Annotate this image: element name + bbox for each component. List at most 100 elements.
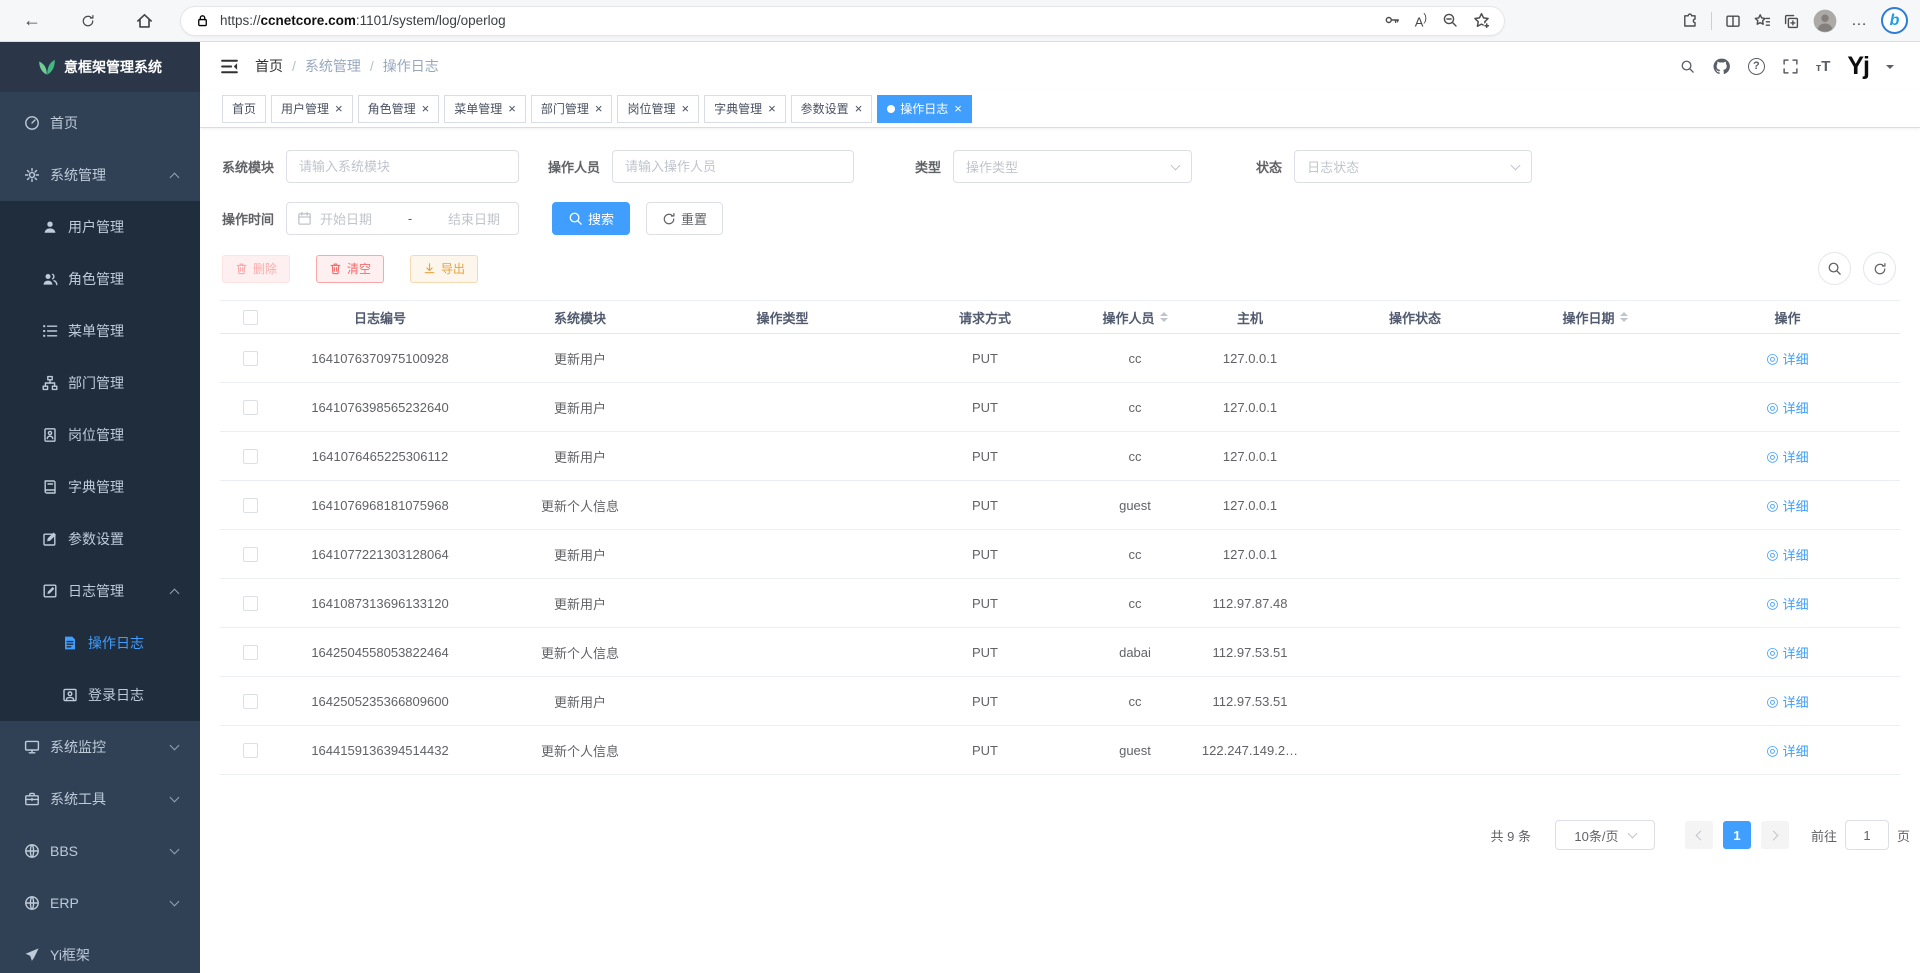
- date-range-picker[interactable]: 开始日期 - 结束日期: [286, 202, 519, 235]
- sidebar-item-首页[interactable]: 首页: [0, 97, 200, 149]
- sidebar-item-系统监控[interactable]: 系统监控: [0, 721, 200, 773]
- goto-page-input[interactable]: [1845, 820, 1889, 850]
- tab-菜单管理[interactable]: 菜单管理×: [444, 95, 526, 123]
- tab-close-icon[interactable]: ×: [422, 102, 430, 115]
- sidebar-item-系统管理[interactable]: 系统管理: [0, 149, 200, 201]
- detail-link[interactable]: ◎详细: [1766, 594, 1808, 613]
- clear-button[interactable]: 清空: [316, 255, 384, 283]
- tab-close-icon[interactable]: ×: [954, 102, 962, 115]
- sidebar-item-Yi框架[interactable]: Yi框架: [0, 929, 200, 973]
- tab-close-icon[interactable]: ×: [681, 102, 689, 115]
- refresh-table-button[interactable]: [1863, 252, 1896, 285]
- sort-caret-icon[interactable]: [1620, 312, 1628, 322]
- tab-角色管理[interactable]: 角色管理×: [358, 95, 440, 123]
- tab-close-icon[interactable]: ×: [508, 102, 516, 115]
- split-screen-icon[interactable]: [1725, 13, 1741, 29]
- row-checkbox[interactable]: [243, 351, 258, 366]
- more-menu-icon[interactable]: …: [1851, 12, 1868, 30]
- tab-close-icon[interactable]: ×: [855, 102, 863, 115]
- sidebar-item-操作日志[interactable]: 操作日志: [0, 617, 200, 669]
- row-checkbox[interactable]: [243, 596, 258, 611]
- address-bar[interactable]: https://ccnetcore.com:1101/system/log/op…: [180, 6, 1505, 36]
- tab-字典管理[interactable]: 字典管理×: [704, 95, 786, 123]
- font-size-icon[interactable]: тT: [1816, 58, 1831, 75]
- zoom-out-icon[interactable]: [1442, 12, 1458, 28]
- sidebar-item-字典管理[interactable]: 字典管理: [0, 461, 200, 513]
- avatar-dropdown-caret[interactable]: [1886, 65, 1894, 73]
- detail-link[interactable]: ◎详细: [1766, 643, 1808, 662]
- sidebar-item-菜单管理[interactable]: 菜单管理: [0, 305, 200, 357]
- toggle-search-button[interactable]: [1818, 252, 1851, 285]
- sidebar-item-ERP[interactable]: ERP: [0, 877, 200, 929]
- favorites-icon[interactable]: [1754, 13, 1770, 29]
- row-checkbox[interactable]: [243, 743, 258, 758]
- fullscreen-icon[interactable]: [1782, 58, 1799, 75]
- row-checkbox[interactable]: [243, 449, 258, 464]
- export-button[interactable]: 导出: [410, 255, 478, 283]
- sidebar-item-角色管理[interactable]: 角色管理: [0, 253, 200, 305]
- type-filter-select[interactable]: 操作类型: [953, 150, 1192, 183]
- bing-chat-icon[interactable]: b: [1881, 7, 1908, 34]
- detail-link[interactable]: ◎详细: [1766, 349, 1808, 368]
- row-checkbox[interactable]: [243, 400, 258, 415]
- sidebar-item-登录日志[interactable]: 登录日志: [0, 669, 200, 721]
- tab-操作日志[interactable]: 操作日志×: [877, 95, 972, 123]
- url-text[interactable]: https://ccnetcore.com:1101/system/log/op…: [220, 13, 1374, 28]
- row-checkbox[interactable]: [243, 498, 258, 513]
- detail-link[interactable]: ◎详细: [1766, 692, 1808, 711]
- github-icon[interactable]: [1712, 57, 1731, 76]
- browser-refresh-icon[interactable]: [72, 5, 104, 37]
- help-icon[interactable]: ?: [1748, 58, 1765, 75]
- detail-link[interactable]: ◎详细: [1766, 496, 1808, 515]
- breadcrumb-home[interactable]: 首页: [255, 56, 283, 76]
- operator-filter-input[interactable]: [612, 150, 854, 183]
- delete-button[interactable]: 删除: [222, 255, 290, 283]
- extensions-icon[interactable]: [1682, 13, 1698, 29]
- tab-首页[interactable]: 首页: [222, 95, 266, 123]
- breadcrumb-system[interactable]: 系统管理: [305, 56, 361, 76]
- collections-icon[interactable]: [1783, 13, 1799, 29]
- sidebar-item-用户管理[interactable]: 用户管理: [0, 201, 200, 253]
- prev-page-button[interactable]: [1685, 821, 1713, 849]
- read-aloud-icon[interactable]: A): [1415, 12, 1427, 29]
- current-page-button[interactable]: 1: [1723, 821, 1751, 849]
- column-header-操作人员[interactable]: 操作人员: [1085, 308, 1185, 327]
- header-search-icon[interactable]: [1680, 59, 1695, 74]
- detail-link[interactable]: ◎详细: [1766, 398, 1808, 417]
- hamburger-icon[interactable]: [220, 57, 239, 76]
- page-size-select[interactable]: 10条/页: [1555, 820, 1655, 850]
- tab-用户管理[interactable]: 用户管理×: [271, 95, 353, 123]
- sort-caret-icon[interactable]: [1160, 312, 1168, 322]
- tab-岗位管理[interactable]: 岗位管理×: [617, 95, 699, 123]
- sidebar-item-岗位管理[interactable]: 岗位管理: [0, 409, 200, 461]
- sidebar-item-部门管理[interactable]: 部门管理: [0, 357, 200, 409]
- browser-back-icon[interactable]: ←: [16, 5, 48, 37]
- select-all-checkbox[interactable]: [243, 310, 258, 325]
- profile-avatar[interactable]: [1812, 8, 1838, 34]
- detail-link[interactable]: ◎详细: [1766, 447, 1808, 466]
- password-key-icon[interactable]: [1384, 12, 1400, 28]
- sidebar-item-参数设置[interactable]: 参数设置: [0, 513, 200, 565]
- column-header-操作日期[interactable]: 操作日期: [1515, 308, 1675, 327]
- tab-部门管理[interactable]: 部门管理×: [531, 95, 613, 123]
- next-page-button[interactable]: [1761, 821, 1789, 849]
- sidebar-item-日志管理[interactable]: 日志管理: [0, 565, 200, 617]
- sidebar-item-系统工具[interactable]: 系统工具: [0, 773, 200, 825]
- tab-close-icon[interactable]: ×: [335, 102, 343, 115]
- tab-close-icon[interactable]: ×: [768, 102, 776, 115]
- tab-参数设置[interactable]: 参数设置×: [791, 95, 873, 123]
- row-checkbox[interactable]: [243, 694, 258, 709]
- user-logo-avatar[interactable]: Yj: [1847, 54, 1869, 79]
- add-favorite-icon[interactable]: [1473, 12, 1490, 29]
- row-checkbox[interactable]: [243, 547, 258, 562]
- browser-home-icon[interactable]: [128, 5, 160, 37]
- search-button[interactable]: 搜索: [552, 202, 630, 235]
- detail-link[interactable]: ◎详细: [1766, 545, 1808, 564]
- row-checkbox[interactable]: [243, 645, 258, 660]
- status-filter-select[interactable]: 日志状态: [1294, 150, 1532, 183]
- detail-link[interactable]: ◎详细: [1766, 741, 1808, 760]
- module-filter-input[interactable]: [286, 150, 519, 183]
- sidebar-item-BBS[interactable]: BBS: [0, 825, 200, 877]
- tab-close-icon[interactable]: ×: [595, 102, 603, 115]
- reset-button[interactable]: 重置: [646, 202, 723, 235]
